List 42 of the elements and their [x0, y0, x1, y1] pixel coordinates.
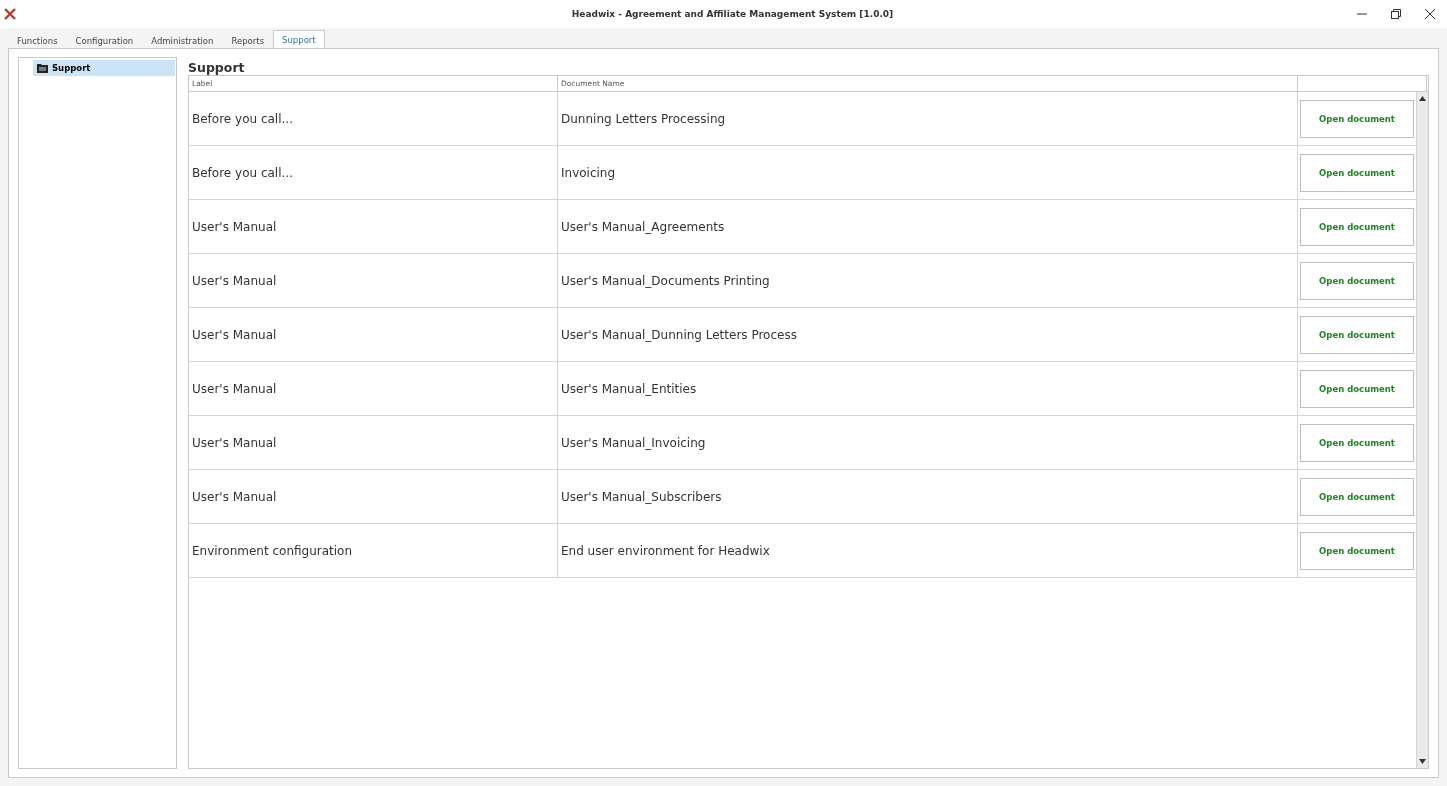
tree-item-label: Support	[52, 63, 91, 73]
table-cell: User's Manual_Subscribers	[558, 470, 1298, 523]
close-icon	[1425, 9, 1435, 19]
tab[interactable]: Administration	[142, 32, 223, 49]
open-document-button[interactable]: Open document	[1300, 207, 1414, 246]
table-cell: User's Manual_Documents Printing	[558, 254, 1298, 307]
table-cell: User's Manual	[189, 200, 558, 253]
table-cell: Invoicing	[558, 146, 1298, 199]
table-cell: User's Manual_Entities	[558, 362, 1298, 415]
tab[interactable]: Reports	[222, 32, 274, 49]
table-cell: User's Manual_Dunning Letters Process	[558, 308, 1298, 361]
table-cell: User's Manual	[189, 470, 558, 523]
table-cell: User's Manual	[189, 308, 558, 361]
table-cell: Dunning Letters Processing	[558, 92, 1298, 145]
tab[interactable]: Functions	[8, 32, 67, 49]
table-cell: Environment configuration	[189, 524, 558, 577]
open-document-button[interactable]: Open document	[1300, 477, 1414, 516]
open-document-button[interactable]: Open document	[1300, 99, 1414, 138]
scrollbar[interactable]	[1416, 92, 1428, 768]
table-cell: End user environment for Headwix	[558, 524, 1298, 577]
window-title: Headwix - Agreement and Affiliate Management System [1.0.0]	[570, 9, 895, 19]
open-document-button[interactable]: Open document	[1300, 531, 1414, 570]
tab[interactable]: Configuration	[66, 32, 143, 49]
table-cell: User's Manual	[189, 362, 558, 415]
open-document-button[interactable]: Open document	[1300, 153, 1414, 192]
section-title: Support	[188, 59, 246, 75]
table-cell: User's Manual	[189, 416, 558, 469]
table-cell: Before you call...	[189, 92, 558, 145]
tree-item[interactable]: Support	[33, 60, 175, 76]
folder-icon	[37, 63, 48, 73]
app-logo-icon	[4, 8, 16, 20]
open-document-button[interactable]: Open document	[1300, 369, 1414, 408]
open-document-button[interactable]: Open document	[1300, 423, 1414, 462]
table-cell: Before you call...	[189, 146, 558, 199]
open-document-button[interactable]: Open document	[1300, 261, 1414, 300]
table-cell: User's Manual_Agreements	[558, 200, 1298, 253]
table-cell: User's Manual_Invoicing	[558, 416, 1298, 469]
open-document-button[interactable]: Open document	[1300, 315, 1414, 354]
scroll-down-icon[interactable]	[1419, 759, 1426, 764]
restore-icon	[1391, 9, 1401, 19]
scroll-up-icon[interactable]	[1419, 96, 1426, 101]
table-cell: User's Manual	[189, 254, 558, 307]
